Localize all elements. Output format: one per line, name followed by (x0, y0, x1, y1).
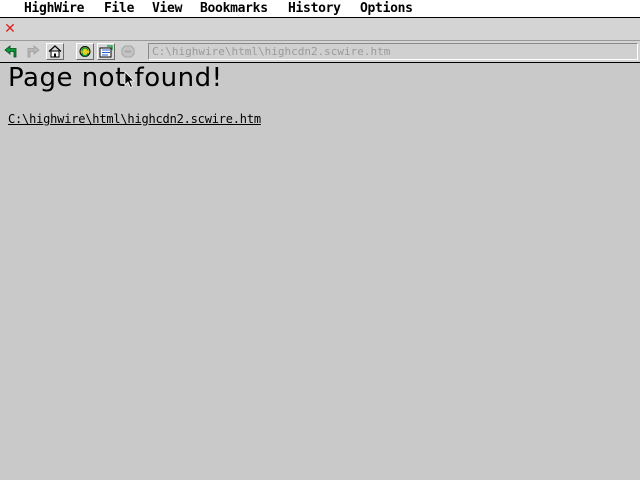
mouse-pointer-icon (124, 71, 135, 89)
forward-arrow-icon (27, 44, 40, 57)
back-arrow-icon (4, 44, 17, 57)
reload-icon (79, 46, 91, 57)
menu-options[interactable]: Options (360, 0, 413, 17)
menu-view[interactable]: View (152, 0, 182, 17)
page-content: Page not found! C:\highwire\html\highcdn… (0, 63, 640, 480)
menu-file[interactable]: File (104, 0, 134, 17)
forward-button[interactable] (24, 43, 42, 60)
menu-bar: HighWire File View Bookmarks History Opt… (0, 0, 640, 18)
home-icon (48, 45, 62, 58)
url-input[interactable]: C:\highwire\html\highcdn2.scwire.htm (148, 43, 638, 60)
back-button[interactable] (2, 43, 20, 60)
stop-icon (121, 45, 135, 58)
close-icon[interactable]: ✕ (2, 21, 18, 37)
stop-button[interactable] (119, 43, 137, 60)
menu-bookmarks[interactable]: Bookmarks (200, 0, 268, 17)
open-file-icon (99, 45, 113, 58)
page-title: Page not found! (8, 63, 223, 93)
open-button[interactable] (97, 43, 115, 60)
missing-page-link[interactable]: C:\highwire\html\highcdn2.scwire.htm (8, 112, 261, 126)
menu-history[interactable]: History (288, 0, 341, 17)
toolbar: C:\highwire\html\highcdn2.scwire.htm (0, 41, 640, 63)
window-title-bar: ✕ (0, 18, 640, 41)
reload-button[interactable] (76, 43, 94, 60)
menu-highwire[interactable]: HighWire (24, 0, 85, 17)
home-button[interactable] (46, 43, 64, 60)
highwire-browser-window: HighWire File View Bookmarks History Opt… (0, 0, 640, 480)
